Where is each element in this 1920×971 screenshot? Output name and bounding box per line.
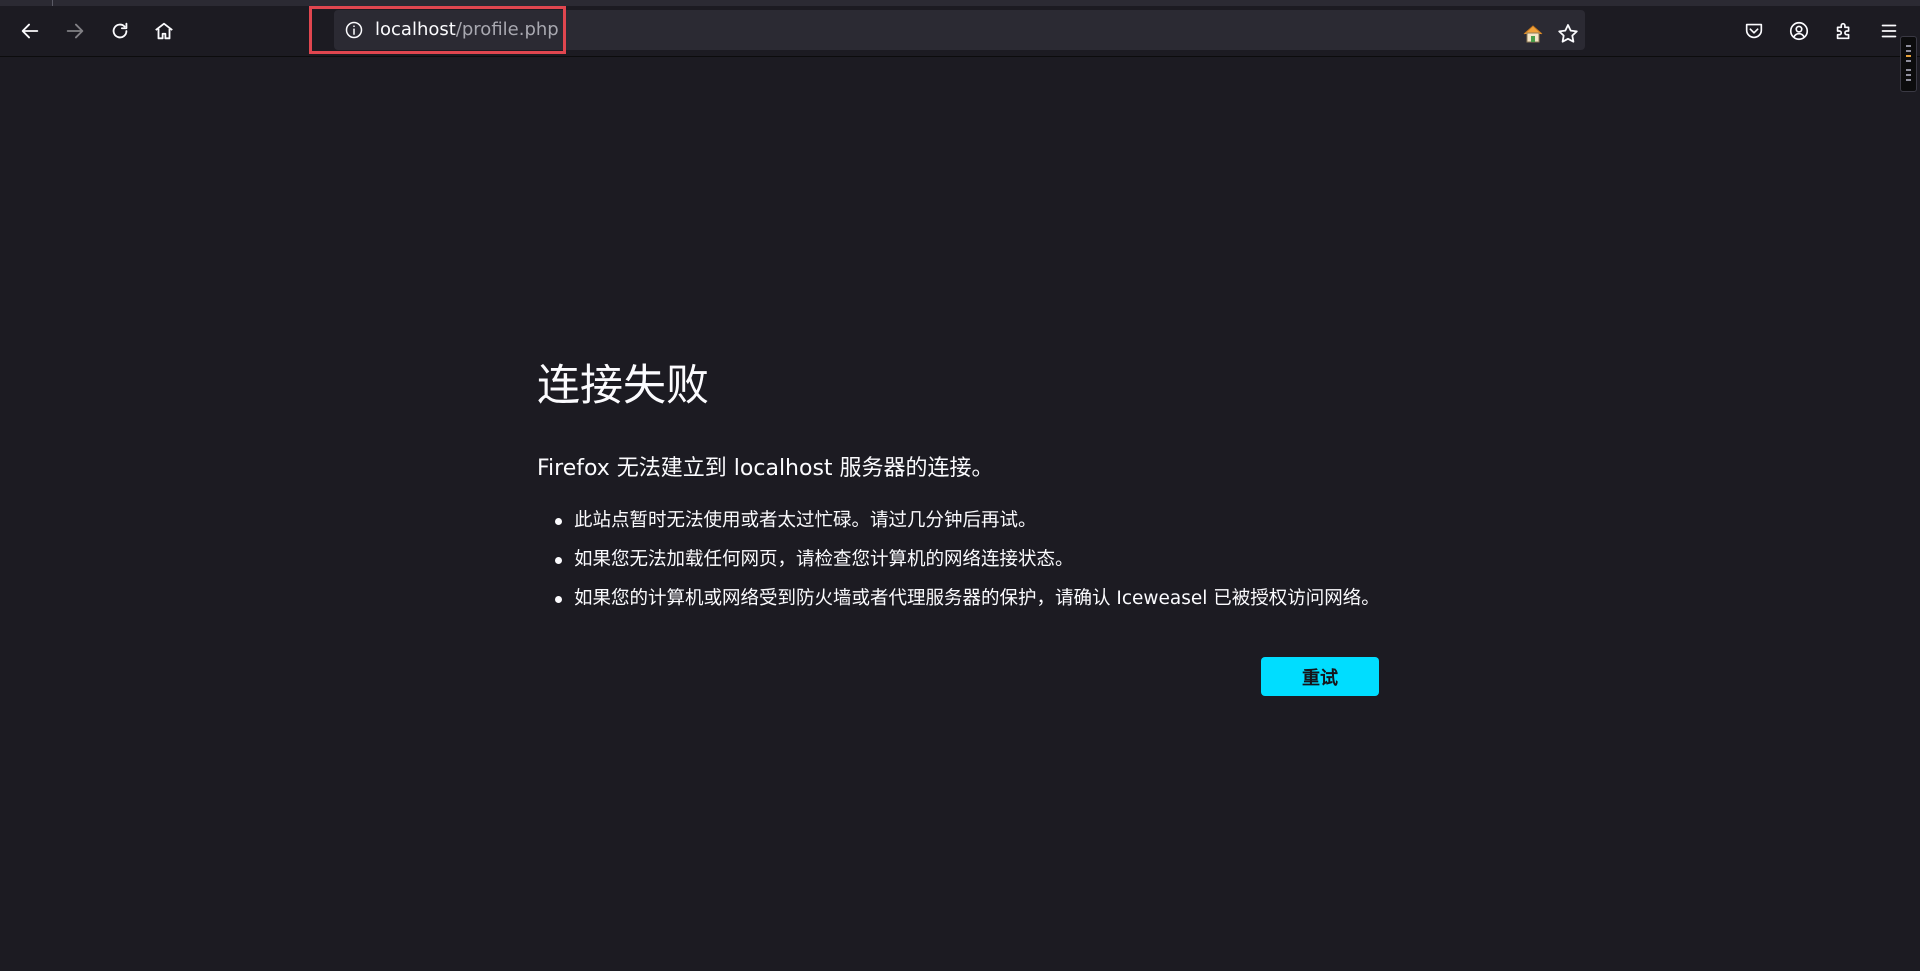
puzzle-icon[interactable] — [1828, 15, 1860, 47]
info-circle-icon[interactable] — [342, 18, 366, 42]
list-item-text: 此站点暂时无法使用或者太过忙碌。请过几分钟后再试。 — [574, 510, 1037, 531]
url-path: /profile.php — [455, 19, 559, 40]
back-arrow-icon[interactable] — [14, 15, 46, 47]
forward-arrow-icon[interactable] — [59, 15, 91, 47]
house-icon[interactable] — [1521, 22, 1545, 46]
reload-icon[interactable] — [104, 15, 136, 47]
error-suggestions-list: 此站点暂时无法使用或者太过忙碌。请过几分钟后再试。 如果您无法加载任何网页，请检… — [537, 501, 1380, 618]
navigation-toolbar: localhost/profile.php — [0, 6, 1920, 57]
star-icon[interactable] — [1556, 22, 1580, 46]
bullet — [555, 518, 562, 525]
list-item-text: 如果您的计算机或网络受到防火墙或者代理服务器的保护，请确认 Iceweasel … — [574, 588, 1380, 609]
url-host: localhost — [375, 19, 456, 40]
pocket-icon[interactable] — [1738, 15, 1770, 47]
list-item: 如果您的计算机或网络受到防火墙或者代理服务器的保护，请确认 Iceweasel … — [537, 579, 1380, 618]
page-title: 连接失败 — [537, 361, 709, 411]
bullet — [555, 596, 562, 603]
scrollbar-thumb[interactable] — [1900, 36, 1917, 92]
error-page-content: 连接失败 Firefox 无法建立到 localhost 服务器的连接。 此站点… — [537, 358, 1380, 696]
list-item: 此站点暂时无法使用或者太过忙碌。请过几分钟后再试。 — [537, 501, 1380, 540]
error-description: Firefox 无法建立到 localhost 服务器的连接。 — [537, 456, 994, 481]
home-icon[interactable] — [148, 15, 180, 47]
list-item-text: 如果您无法加载任何网页，请检查您计算机的网络连接状态。 — [574, 549, 1074, 570]
list-item: 如果您无法加载任何网页，请检查您计算机的网络连接状态。 — [537, 540, 1380, 579]
bullet — [555, 557, 562, 564]
account-icon[interactable] — [1783, 15, 1815, 47]
url-text[interactable]: localhost/profile.php — [375, 18, 559, 42]
retry-button[interactable]: 重试 — [1261, 657, 1379, 696]
